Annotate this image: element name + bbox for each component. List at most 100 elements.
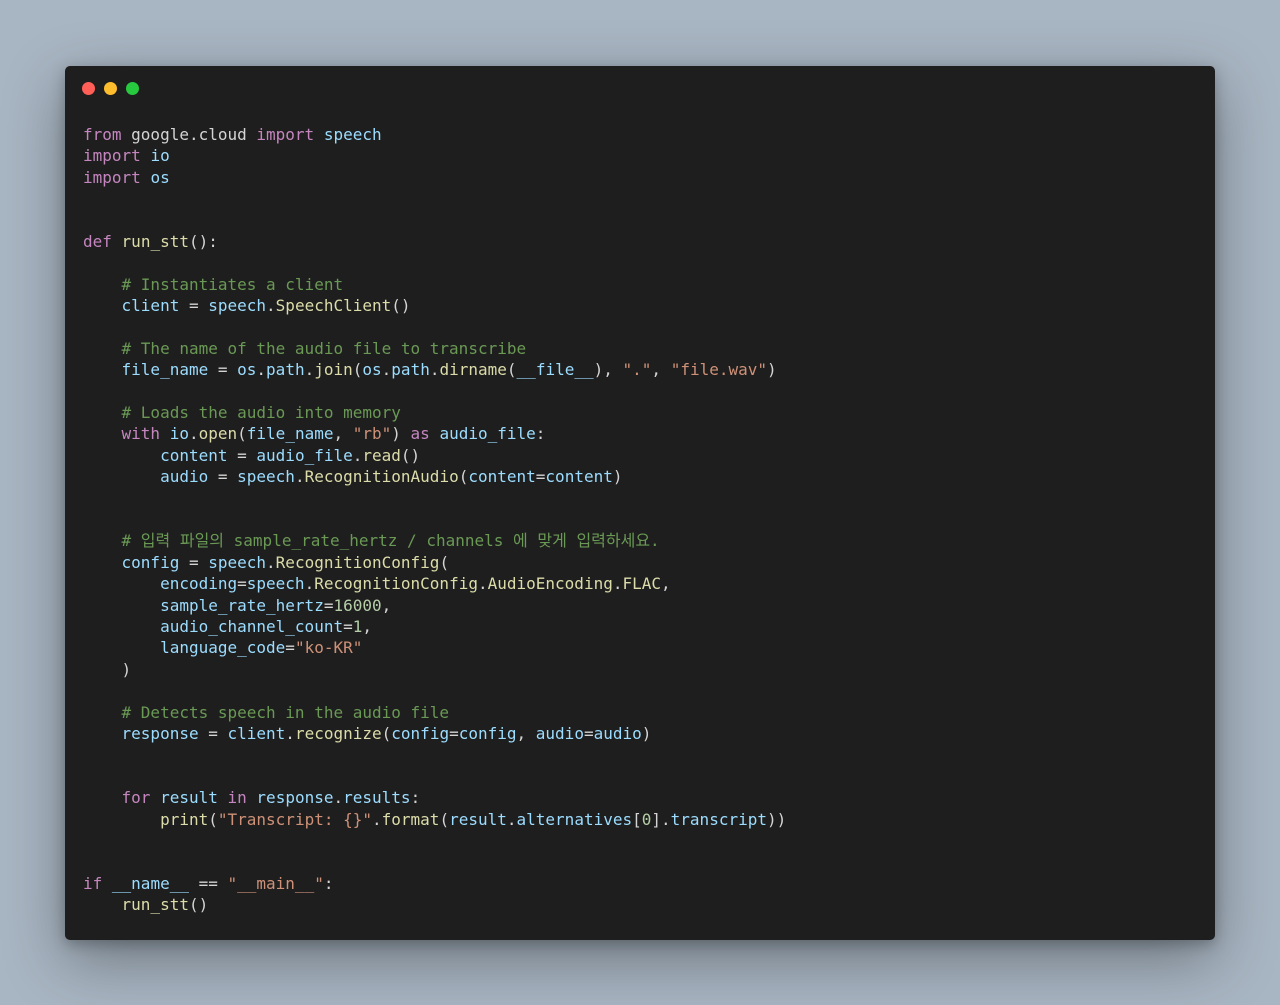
code-token-var: path <box>391 360 430 380</box>
code-token-fn: RecognitionConfig <box>314 574 478 594</box>
code-token-pl: : <box>410 788 421 808</box>
code-token-kw: import <box>83 167 141 187</box>
code-token-kw: in <box>227 788 247 808</box>
code-token-pl: : <box>535 424 546 444</box>
code-token-pl: = <box>208 467 238 487</box>
code-token-var: content <box>160 445 228 465</box>
code-token-pl: == <box>188 873 228 893</box>
code-token-fn: recognize <box>294 723 382 743</box>
code-token-pl: () <box>188 895 209 915</box>
code-token-kw: with <box>121 424 161 444</box>
code-token-var: audio <box>160 467 209 487</box>
code-token-pl: = <box>179 552 209 572</box>
code-line: import os <box>83 167 1205 188</box>
code-token-fn: run_stt <box>121 895 189 915</box>
code-token-pl: () <box>391 296 411 316</box>
code-token-fn: run_stt <box>121 231 189 251</box>
code-token-var: transcript <box>670 809 767 829</box>
code-line: # The name of the audio file to transcri… <box>83 338 1205 359</box>
code-token-var: language_code <box>160 638 286 658</box>
code-token-pl: ]. <box>651 809 671 829</box>
code-token-var: response <box>256 788 334 808</box>
code-token-fn: AudioEncoding <box>487 574 613 594</box>
code-token-var: results <box>343 788 411 808</box>
code-token-fn: read <box>362 445 401 465</box>
code-token-var: client <box>121 296 180 316</box>
code-line: # Loads the audio into memory <box>83 402 1205 423</box>
code-line: run_stt() <box>83 894 1205 915</box>
code-block[interactable]: from google.cloud import speech import io… <box>83 124 1205 915</box>
code-token-pl: ) <box>767 360 777 380</box>
code-token-pl: ( <box>381 723 392 743</box>
code-token-var: os <box>150 167 170 187</box>
code-token-pl: ( <box>352 360 363 380</box>
code-line: with io.open(file_name, "rb") as audio_f… <box>83 423 1205 444</box>
code-token-pl: . <box>333 788 344 808</box>
code-line: content = audio_file.read() <box>83 445 1205 466</box>
code-token-kw: import <box>256 125 315 144</box>
code-line: from google.cloud import speech <box>83 124 1205 145</box>
code-token-var: config <box>458 723 517 743</box>
code-token-fn: dirname <box>439 360 507 380</box>
code-token-pl: ) <box>612 467 623 487</box>
code-line: language_code="ko-KR" <box>83 637 1205 658</box>
code-token-pl: google.cloud <box>121 125 257 144</box>
code-token-pl: . <box>506 809 517 829</box>
code-line: response = client.recognize(config=confi… <box>83 723 1205 744</box>
minimize-window-button[interactable] <box>104 82 117 95</box>
code-token-pl: . <box>266 552 276 572</box>
code-line: audio = speech.RecognitionAudio(content=… <box>83 466 1205 487</box>
code-token-fn: RecognitionAudio <box>304 467 459 487</box>
code-token-var: config <box>391 723 450 743</box>
code-token-pl: ( <box>439 809 450 829</box>
code-token-var: path <box>266 360 305 380</box>
code-token-var: audio_channel_count <box>160 616 344 636</box>
code-line: if __name__ == "__main__": <box>83 873 1205 894</box>
code-line: # Instantiates a client <box>83 274 1205 295</box>
close-window-button[interactable] <box>82 82 95 95</box>
code-line: ) <box>83 659 1205 680</box>
code-token-kw: def <box>83 231 112 251</box>
code-token-var: alternatives <box>516 809 633 829</box>
code-token-pl: = <box>227 445 257 465</box>
code-token-pl: . <box>352 445 363 465</box>
code-token-pl: = <box>208 360 238 380</box>
code-token-fn: format <box>381 809 440 829</box>
code-token-com: # 입력 파일의 sample_rate_hertz / channels 에 … <box>121 531 660 551</box>
code-line: def run_stt(): <box>83 231 1205 252</box>
code-token-pl: . <box>372 809 382 829</box>
code-token-pl: . <box>304 360 315 380</box>
code-token-pl: = <box>237 574 247 594</box>
code-token-var: audio_file <box>256 445 353 465</box>
code-token-var: client <box>227 723 286 743</box>
code-token-pl: . <box>304 574 315 594</box>
code-token-fn: SpeechClient <box>275 296 392 316</box>
code-token-var: io <box>150 146 170 166</box>
code-token-pl: = <box>583 723 594 743</box>
code-token-var: __name__ <box>111 873 189 893</box>
maximize-window-button[interactable] <box>126 82 139 95</box>
code-line: print("Transcript: {}".format(result.alt… <box>83 809 1205 830</box>
code-token-pl: ) <box>391 424 411 444</box>
code-token-pl: : <box>323 873 334 893</box>
